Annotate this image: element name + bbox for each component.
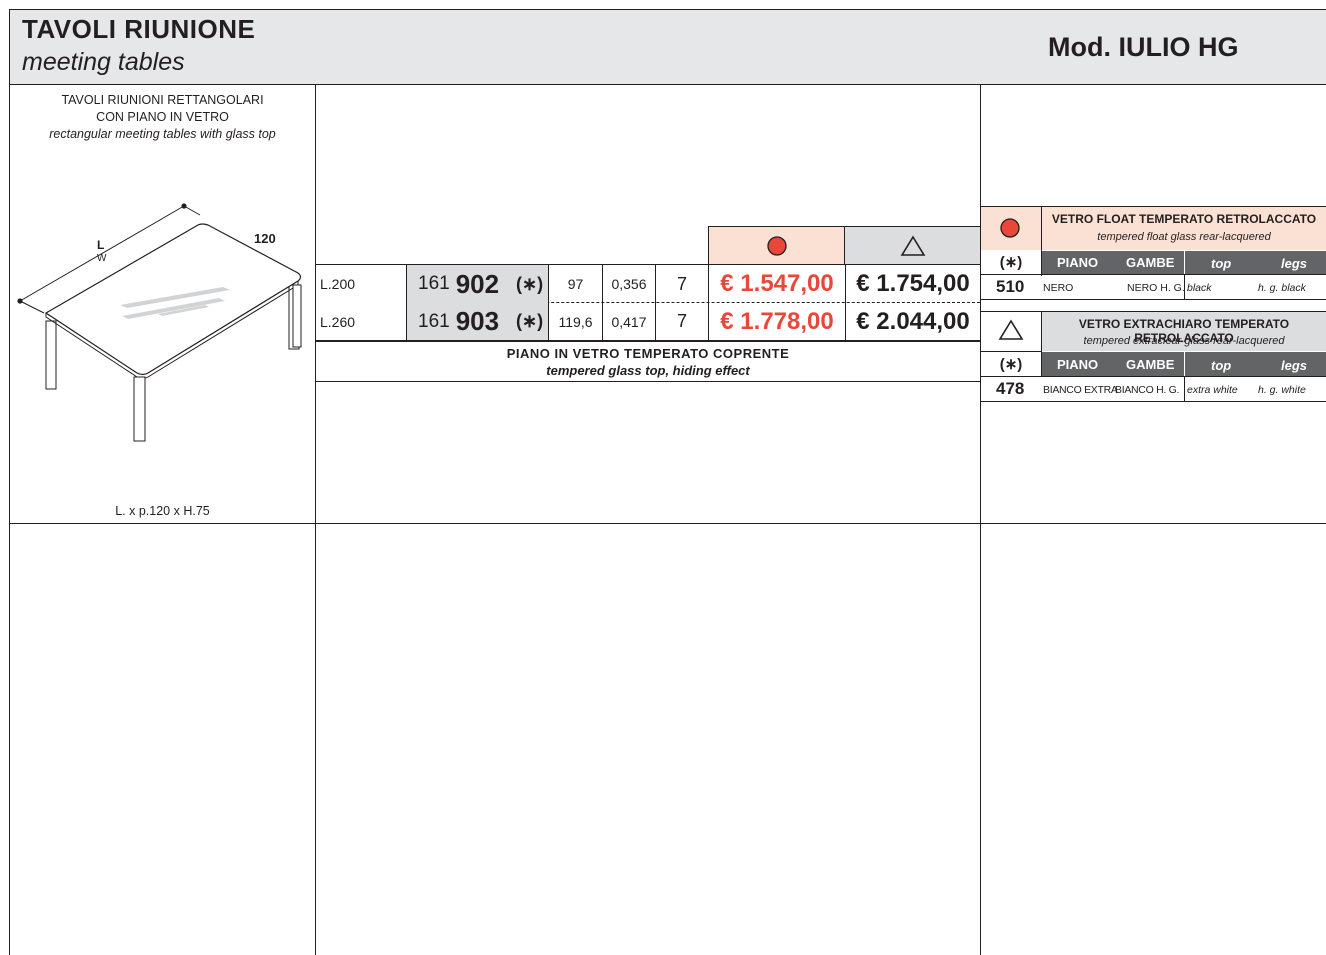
table-rule: [1184, 376, 1185, 401]
col-top: top: [1211, 256, 1232, 271]
price-header-triangle: [845, 226, 980, 264]
price-header-circle: [708, 226, 845, 264]
col-legs: legs: [1281, 358, 1308, 373]
col-piano: PIANO: [1057, 255, 1099, 270]
product-dimensions: L. x p.120 x H.75: [115, 504, 210, 518]
row-qty: 7: [676, 311, 687, 331]
row-weight: 119,6: [558, 313, 593, 330]
col-gambe: GAMBE: [1126, 255, 1175, 270]
triangle-icon: [998, 319, 1024, 345]
price-triangle: € 1.754,00: [856, 270, 970, 297]
product-name-en: rectangular meeting tables with glass to…: [49, 127, 276, 141]
code-prefix: 161: [418, 273, 450, 294]
price-circle: € 1.547,00: [720, 270, 834, 297]
finish-code: 510: [996, 277, 1025, 296]
page-title: TAVOLI RIUNIONE: [22, 14, 256, 44]
red-circle-icon: [999, 217, 1021, 243]
product-name: CON PIANO IN VETRO: [96, 110, 229, 124]
row-weight: 97: [567, 276, 584, 292]
table-rule: [1184, 352, 1185, 376]
finish-top: extra white: [1187, 384, 1238, 396]
finish-gambe: NERO H. G.: [1127, 282, 1185, 294]
table-rule: [316, 381, 980, 382]
model-name: Mod. IULIO HG: [1048, 32, 1239, 62]
page-subtitle: meeting tables: [22, 48, 185, 76]
col-gambe: GAMBE: [1126, 357, 1175, 372]
row-volume: 0,356: [611, 276, 647, 292]
table-rule: [981, 299, 1326, 300]
row-qty: 7: [676, 273, 687, 294]
red-circle-icon: [766, 235, 787, 256]
finish-top: black: [1187, 282, 1212, 294]
finish-title: VETRO FLOAT TEMPERATO RETROLACCATO: [1051, 212, 1317, 226]
finish-subtitle: tempered extraclear glass rear-lacquered: [1083, 335, 1285, 347]
table-rule: [981, 274, 1326, 275]
price-triangle: € 2.044,00: [856, 307, 970, 335]
table-rule: [1184, 274, 1185, 299]
table-rule: [981, 401, 1326, 402]
finish-code: 478: [996, 379, 1025, 398]
code-prefix: 161: [418, 310, 450, 332]
dimension-label-l: L: [97, 238, 105, 252]
row-volume: 0,417: [611, 313, 647, 330]
code-number: 903: [455, 306, 500, 336]
asterisk-mark: (∗): [999, 254, 1023, 271]
asterisk-mark: (∗): [516, 273, 544, 294]
code-number: 902: [455, 268, 500, 299]
asterisk-mark: (∗): [516, 311, 544, 331]
price-circle: € 1.778,00: [720, 307, 834, 335]
table-note: PIANO IN VETRO TEMPERATO COPRENTE: [506, 346, 790, 361]
col-piano: PIANO: [1057, 357, 1099, 372]
table-note-en: tempered glass top, hiding effect: [546, 363, 750, 378]
product-name: TAVOLI RIUNIONI RETTANGOLARI: [61, 93, 264, 107]
table-rule: [981, 376, 1326, 377]
col-legs: legs: [1281, 256, 1308, 271]
asterisk-mark: (∗): [999, 356, 1023, 373]
finish-piano: BIANCO EXTRA: [1043, 384, 1118, 396]
row-code: 161 902: [418, 266, 499, 302]
dimension-label-depth: 120: [254, 231, 276, 246]
col-top: top: [1211, 358, 1232, 373]
triangle-icon: [900, 234, 925, 256]
finish-legs: h. g. white: [1258, 384, 1306, 396]
row-size: L.200: [320, 276, 356, 292]
grid-divider: [9, 523, 1326, 524]
table-rule: [316, 340, 980, 342]
table-rule: [981, 311, 1042, 312]
row-code: 161 903: [418, 303, 499, 340]
finish-gambe: BIANCO H. G.: [1115, 384, 1180, 396]
finish-piano: NERO: [1043, 282, 1074, 294]
finish-legs: h. g. black: [1258, 282, 1306, 294]
grid-divider: [315, 85, 316, 955]
dimension-label-w: W: [97, 253, 107, 264]
row-size: L.260: [320, 313, 356, 330]
table-rule: [406, 264, 407, 340]
finish-subtitle: tempered float glass rear-lacquered: [1097, 231, 1271, 243]
